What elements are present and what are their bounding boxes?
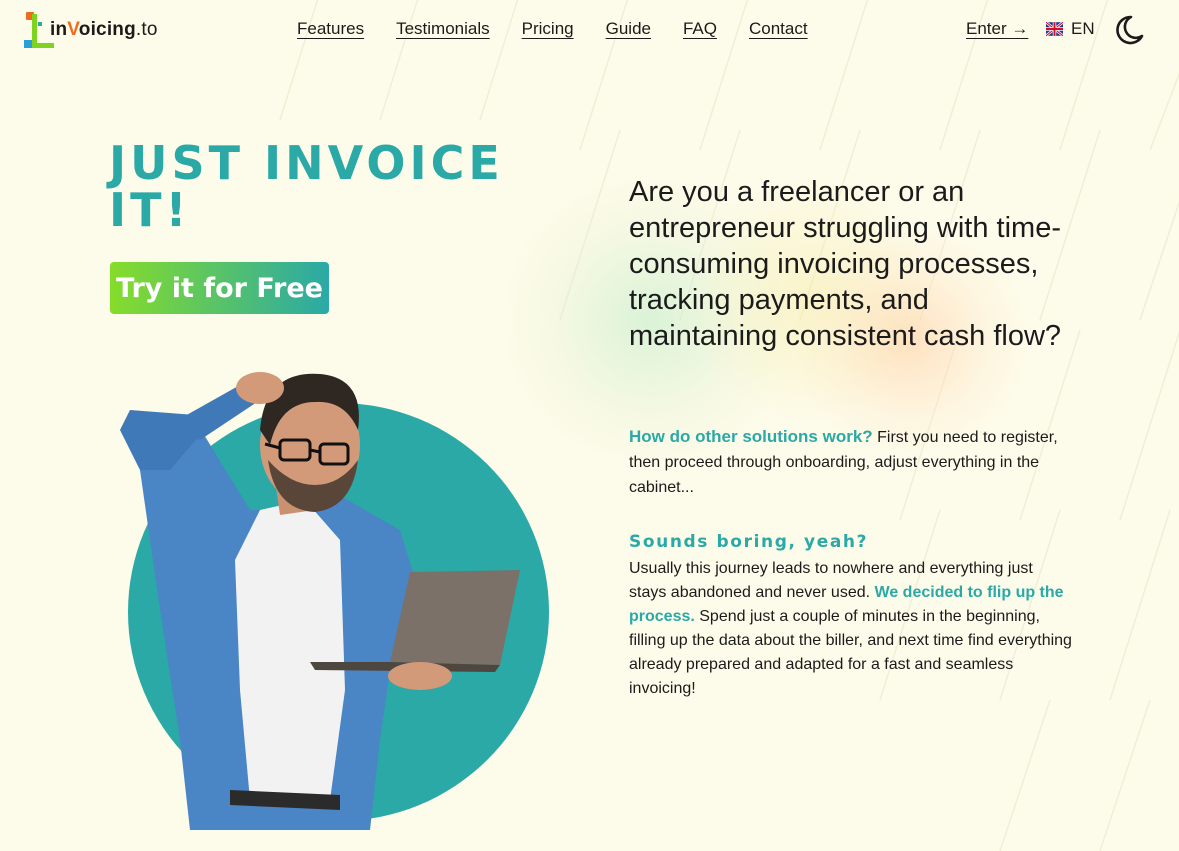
language-selector[interactable]: EN — [1046, 19, 1095, 39]
journey-text-end: Spend just a couple of minutes in the be… — [629, 608, 1072, 697]
site-header: inVoicing.to Features Testimonials Prici… — [0, 0, 1179, 62]
man-with-laptop-photo — [120, 372, 520, 830]
other-solutions-question: How do other solutions work? — [629, 427, 873, 446]
logo-link[interactable]: inVoicing.to — [24, 10, 158, 50]
main-nav: Features Testimonials Pricing Guide FAQ … — [297, 19, 808, 39]
logo-mark-icon — [24, 10, 56, 50]
other-solutions-paragraph: How do other solutions work? First you n… — [629, 424, 1079, 500]
nav-link-testimonials[interactable]: Testimonials — [396, 19, 490, 39]
landing-page: inVoicing.to Features Testimonials Prici… — [0, 0, 1179, 851]
enter-link[interactable]: Enter → — [966, 19, 1028, 39]
nav-link-features[interactable]: Features — [297, 19, 364, 39]
logo-text: inVoicing.to — [50, 19, 158, 40]
journey-paragraph: Usually this journey leads to nowhere an… — [629, 557, 1074, 701]
sounds-boring-heading: Sounds boring, yeah? — [629, 532, 869, 552]
nav-link-contact[interactable]: Contact — [749, 19, 808, 39]
nav-link-guide[interactable]: Guide — [606, 19, 651, 39]
uk-flag-icon — [1046, 22, 1063, 36]
intro-lead-text: Are you a freelancer or an entrepreneur … — [629, 176, 1062, 352]
try-free-button[interactable]: Try it for Free — [110, 262, 329, 314]
moon-icon[interactable] — [1114, 14, 1144, 46]
nav-link-faq[interactable]: FAQ — [683, 19, 717, 39]
hero-title: JUST INVOICE IT! — [109, 136, 504, 237]
nav-link-pricing[interactable]: Pricing — [522, 19, 574, 39]
language-label: EN — [1071, 19, 1095, 38]
